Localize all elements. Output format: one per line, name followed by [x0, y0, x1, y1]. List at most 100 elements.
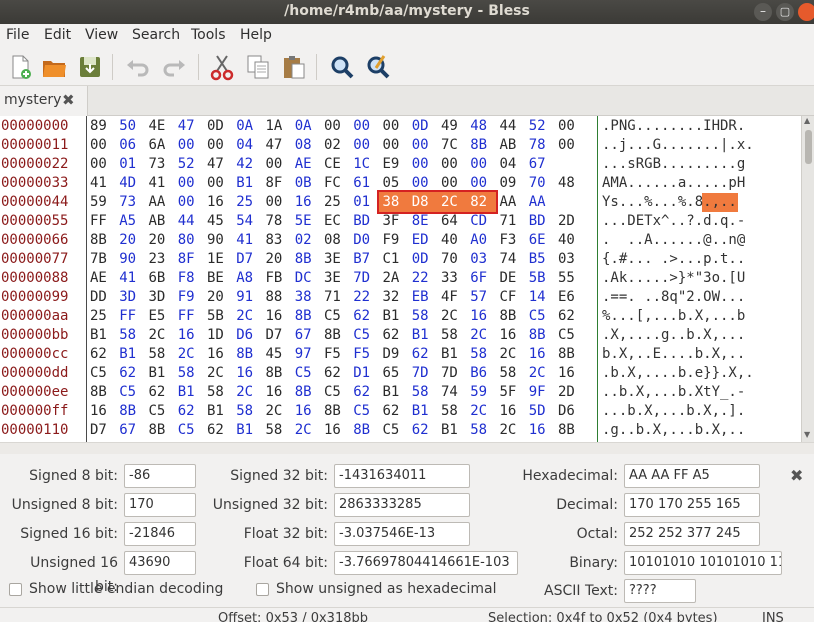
paste-icon[interactable] [280, 53, 308, 81]
hex-byte[interactable]: 8F [266, 174, 288, 192]
hex-byte[interactable]: 8B [324, 326, 346, 344]
ascii-row[interactable]: ...DETx^..?.d.q.- [602, 212, 745, 230]
menu-file[interactable]: File [6, 27, 29, 43]
hex-byte[interactable]: 20 [149, 231, 171, 249]
hex-byte[interactable]: 25 [236, 193, 258, 211]
hex-byte[interactable]: 71 [324, 288, 346, 306]
ascii-row[interactable]: b.X,..E....b.X,.. [602, 345, 745, 363]
hex-byte[interactable]: 00 [558, 136, 580, 154]
hex-byte[interactable]: 47 [266, 136, 288, 154]
signed-32-field[interactable]: -1431634011 [334, 464, 470, 488]
hex-byte[interactable]: B1 [178, 383, 200, 401]
hex-byte[interactable]: 1C [353, 155, 375, 173]
hex-byte[interactable]: 70 [441, 250, 463, 268]
hex-byte[interactable]: 2D [558, 383, 580, 401]
hex-byte[interactable]: F9 [178, 288, 200, 306]
ascii-row[interactable]: ..b.X,...b.XtY_.- [602, 383, 745, 401]
hex-byte[interactable]: 0B [295, 174, 317, 192]
hex-byte[interactable]: 00 [383, 117, 405, 135]
hex-byte[interactable]: 00 [266, 155, 288, 173]
hex-byte[interactable]: B1 [90, 326, 112, 344]
hex-byte[interactable]: EB [412, 288, 434, 306]
ascii-row[interactable]: .g..b.X,...b.X,.. [602, 421, 745, 439]
hex-byte[interactable]: 2C [178, 345, 200, 363]
hex-byte[interactable]: C5 [383, 421, 405, 439]
hex-byte[interactable]: 55 [558, 269, 580, 287]
minimize-button[interactable]: – [754, 3, 772, 21]
hex-byte[interactable]: F9 [383, 231, 405, 249]
hex-byte[interactable]: AE [295, 155, 317, 173]
hex-byte[interactable]: 5E [295, 212, 317, 230]
hex-byte[interactable]: 62 [149, 383, 171, 401]
float-64-field[interactable]: -3.76697804414661E-103 [334, 551, 518, 575]
hex-byte[interactable]: 00 [558, 117, 580, 135]
hex-byte[interactable]: 00 [207, 174, 229, 192]
hex-byte[interactable]: 62 [324, 364, 346, 382]
ascii-row[interactable]: .Ak.....>}*"3o.[U [602, 269, 745, 287]
hex-byte[interactable]: 88 [266, 288, 288, 306]
hex-byte[interactable]: 03 [558, 250, 580, 268]
hex-byte[interactable]: F5 [324, 345, 346, 363]
hex-byte[interactable]: 52 [178, 155, 200, 173]
hex-byte[interactable]: 48 [470, 117, 492, 135]
hex-byte[interactable]: C1 [383, 250, 405, 268]
hex-byte[interactable]: AB [500, 136, 522, 154]
hex-byte[interactable]: 90 [207, 231, 229, 249]
unsigned-16-field[interactable]: 43690 [124, 551, 196, 575]
hex-byte[interactable]: FF [90, 212, 112, 230]
hex-byte[interactable]: 7D [412, 364, 434, 382]
hex-byte[interactable]: 16 [324, 421, 346, 439]
hex-byte[interactable]: 00 [441, 155, 463, 173]
hex-byte[interactable]: 8B [558, 345, 580, 363]
hex-byte[interactable]: 8B [529, 326, 551, 344]
hex-byte[interactable]: B1 [383, 307, 405, 325]
hex-byte[interactable]: 1A [266, 117, 288, 135]
hex-byte[interactable]: 00 [353, 136, 375, 154]
hex-byte[interactable]: D6 [558, 402, 580, 420]
hex-byte[interactable]: 48 [558, 174, 580, 192]
menu-tools[interactable]: Tools [191, 27, 226, 43]
hex-byte[interactable]: C5 [90, 364, 112, 382]
hex-byte[interactable]: CF [500, 288, 522, 306]
hex-byte[interactable]: F5 [353, 345, 375, 363]
hex-byte[interactable]: 6A [149, 136, 171, 154]
hex-byte[interactable]: B1 [119, 345, 141, 363]
hex-byte[interactable]: C5 [324, 383, 346, 401]
hex-byte[interactable]: 73 [149, 155, 171, 173]
hex-byte[interactable]: 0D [412, 250, 434, 268]
hex-byte[interactable]: 0D [412, 117, 434, 135]
hex-byte[interactable]: 62 [178, 402, 200, 420]
menu-search[interactable]: Search [132, 27, 180, 43]
hex-byte[interactable]: F3 [500, 231, 522, 249]
hex-byte[interactable]: 00 [207, 136, 229, 154]
hex-byte[interactable]: 58 [266, 421, 288, 439]
hex-byte[interactable]: 8B [295, 250, 317, 268]
tab-mystery[interactable]: mystery ✖ [0, 86, 88, 116]
hex-byte[interactable]: 58 [470, 345, 492, 363]
hex-byte[interactable]: 0A [295, 117, 317, 135]
hex-byte[interactable]: B1 [236, 174, 258, 192]
hex-byte[interactable]: 97 [295, 345, 317, 363]
hex-byte[interactable]: FC [324, 174, 346, 192]
save-icon[interactable] [76, 53, 104, 81]
hex-byte[interactable]: 00 [266, 193, 288, 211]
ascii-text-field[interactable]: ???? [624, 579, 696, 603]
hex-byte[interactable]: 16 [558, 364, 580, 382]
hex-byte[interactable]: 91 [236, 288, 258, 306]
hex-byte[interactable]: B1 [441, 345, 463, 363]
hex-byte[interactable]: 16 [266, 383, 288, 401]
hex-byte[interactable]: DC [295, 269, 317, 287]
hex-byte[interactable]: 74 [500, 250, 522, 268]
ascii-row[interactable]: . ..A......@..n@ [602, 231, 745, 249]
hex-byte[interactable]: 58 [441, 402, 463, 420]
hex-byte[interactable]: CD [470, 212, 492, 230]
hex-byte[interactable]: CE [324, 155, 346, 173]
hex-byte[interactable]: B1 [149, 364, 171, 382]
new-file-icon[interactable] [6, 53, 34, 81]
hex-byte[interactable]: 6B [149, 269, 171, 287]
hex-byte[interactable]: 8B [119, 402, 141, 420]
hex-byte[interactable]: 16 [470, 307, 492, 325]
hex-byte[interactable]: D1 [353, 364, 375, 382]
hex-byte[interactable]: 32 [383, 288, 405, 306]
hex-byte[interactable]: 00 [178, 174, 200, 192]
